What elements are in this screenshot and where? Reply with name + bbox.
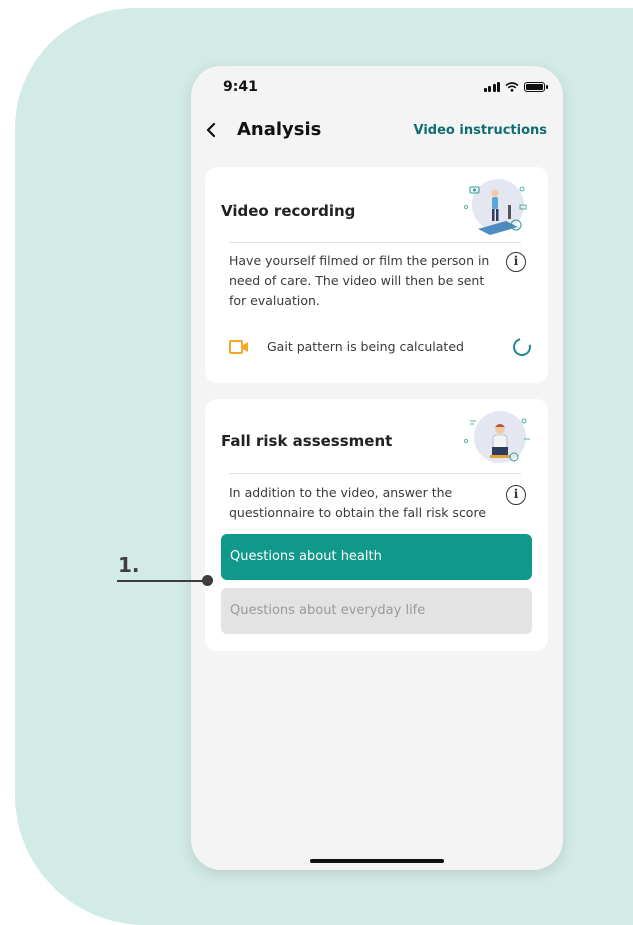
- video-recording-title: Video recording: [221, 202, 356, 220]
- wifi-icon: [505, 82, 519, 92]
- status-icons: [483, 82, 548, 92]
- callout-label: 1.: [118, 553, 140, 577]
- chevron-left-icon: [206, 122, 216, 138]
- info-icon[interactable]: i: [506, 252, 526, 272]
- divider: [229, 242, 521, 243]
- fall-risk-description: In addition to the video, answer the que…: [229, 485, 487, 520]
- back-button[interactable]: [205, 118, 217, 142]
- callout-dot: [202, 575, 213, 586]
- callout-line: [117, 580, 207, 582]
- battery-icon: [524, 82, 548, 92]
- nav-bar: Analysis Video instructions: [191, 118, 563, 146]
- signal-icon: [483, 82, 500, 92]
- page-title: Analysis: [237, 119, 322, 140]
- status-bar: 9:41: [191, 66, 563, 110]
- fall-risk-card: Fall risk assessment In addition to the …: [205, 399, 548, 651]
- fall-risk-illustration: [464, 411, 530, 463]
- video-recording-illustration: [464, 179, 527, 235]
- fall-risk-title: Fall risk assessment: [221, 432, 393, 450]
- info-icon[interactable]: i: [506, 485, 526, 505]
- gait-status-text: Gait pattern is being calculated: [267, 339, 464, 354]
- video-recording-description: Have yourself filmed or film the person …: [229, 253, 490, 308]
- loading-spinner-icon: [509, 334, 535, 360]
- status-time: 9:41: [223, 79, 258, 95]
- divider: [229, 473, 521, 474]
- video-recording-card: Video recording Have yourself filmed or …: [205, 167, 548, 383]
- phone-frame: 9:41 Analysis Video instructions Video r…: [191, 66, 563, 870]
- gait-status-row: Gait pattern is being calculated: [229, 334, 535, 360]
- questions-about-everyday-life-button[interactable]: Questions about everyday life: [221, 588, 532, 634]
- video-instructions-link[interactable]: Video instructions: [414, 123, 548, 138]
- home-indicator: [310, 859, 444, 863]
- video-camera-icon: [229, 340, 248, 354]
- questions-about-health-button[interactable]: Questions about health: [221, 534, 532, 580]
